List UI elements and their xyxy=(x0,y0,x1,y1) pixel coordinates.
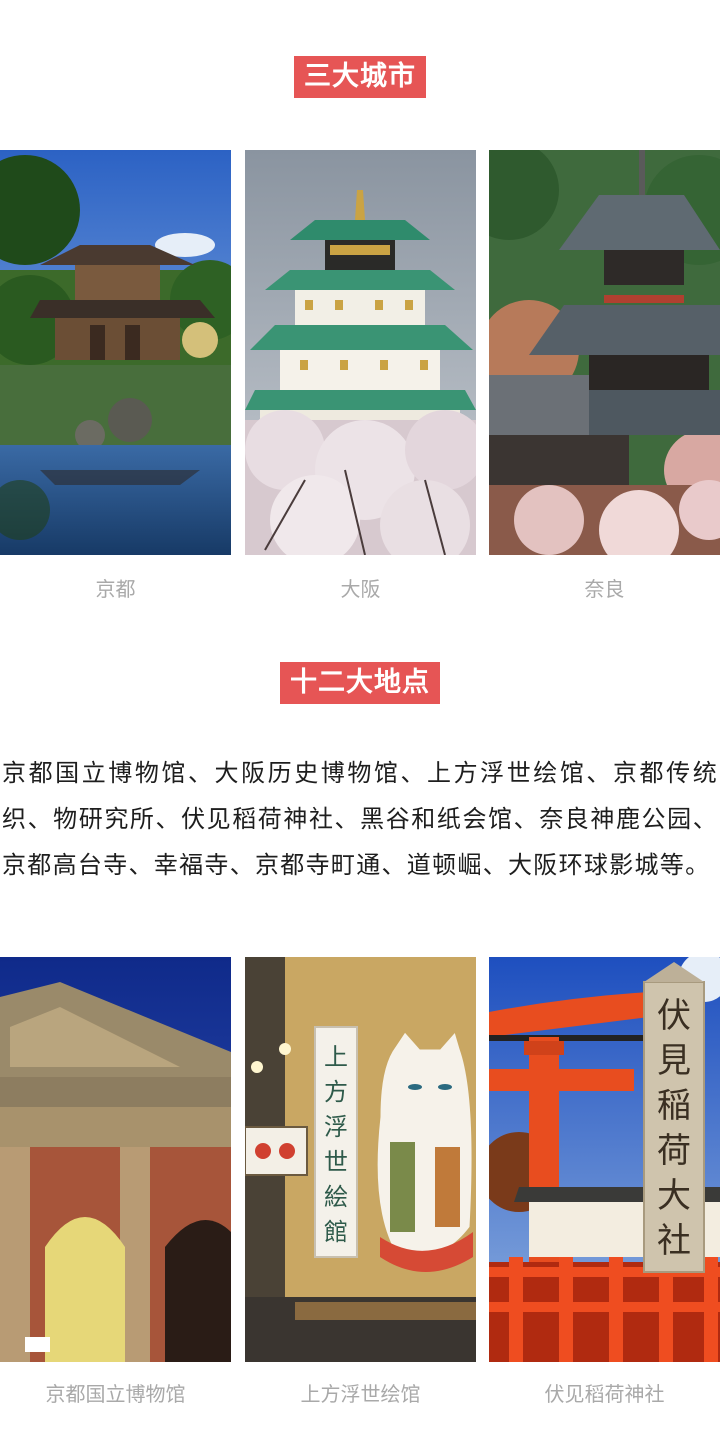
svg-text:大: 大 xyxy=(657,1176,691,1216)
kyoto-museum-photo[interactable] xyxy=(0,957,231,1362)
svg-text:世: 世 xyxy=(324,1148,348,1176)
ukiyoe-museum-photo[interactable]: 上 方 浮 世 絵 館 xyxy=(245,957,476,1362)
caption-fushimi-inari: 伏见稻荷神社 xyxy=(544,1382,665,1406)
caption-nara: 奈良 xyxy=(584,577,625,601)
kinkakuji-pavilion-photo[interactable] xyxy=(0,150,231,555)
places-description: 京都国立博物馆、大阪历史博物馆、上方浮世绘馆、京都传统织、物研究所、伏见稻荷神社… xyxy=(2,759,718,879)
osaka-castle-photo[interactable] xyxy=(245,150,476,555)
fushimi-inari-photo[interactable]: 伏 見 稲 荷 大 社 xyxy=(489,957,720,1362)
svg-text:稲: 稲 xyxy=(657,1086,691,1126)
place-photo-row: 上 方 浮 世 絵 館 伏 見 稲 荷 大 社 xyxy=(0,957,720,1362)
caption-kyoto: 京都 xyxy=(95,577,136,601)
city-caption-row: 京都 大阪 奈良 xyxy=(0,574,720,604)
svg-text:浮: 浮 xyxy=(324,1113,348,1141)
nara-pagoda-photo[interactable] xyxy=(489,150,720,555)
svg-text:方: 方 xyxy=(324,1078,348,1106)
city-photo-row xyxy=(0,150,720,555)
svg-text:見: 見 xyxy=(657,1041,691,1081)
svg-text:荷: 荷 xyxy=(657,1131,691,1171)
svg-text:館: 館 xyxy=(324,1218,348,1246)
section-title-twelve-places: 十二大地点 xyxy=(280,662,440,704)
caption-osaka: 大阪 xyxy=(340,577,381,601)
section-title-three-cities: 三大城市 xyxy=(294,56,426,98)
place-caption-row: 京都国立博物馆 上方浮世绘馆 伏见稻荷神社 xyxy=(0,1379,720,1409)
svg-text:社: 社 xyxy=(657,1221,691,1261)
svg-text:伏: 伏 xyxy=(657,996,691,1036)
ukiyoe-sign-text: 上 xyxy=(324,1043,348,1071)
svg-text:絵: 絵 xyxy=(324,1183,348,1211)
caption-ukiyoe-museum: 上方浮世绘馆 xyxy=(300,1382,421,1406)
caption-kyoto-museum: 京都国立博物馆 xyxy=(45,1382,186,1406)
